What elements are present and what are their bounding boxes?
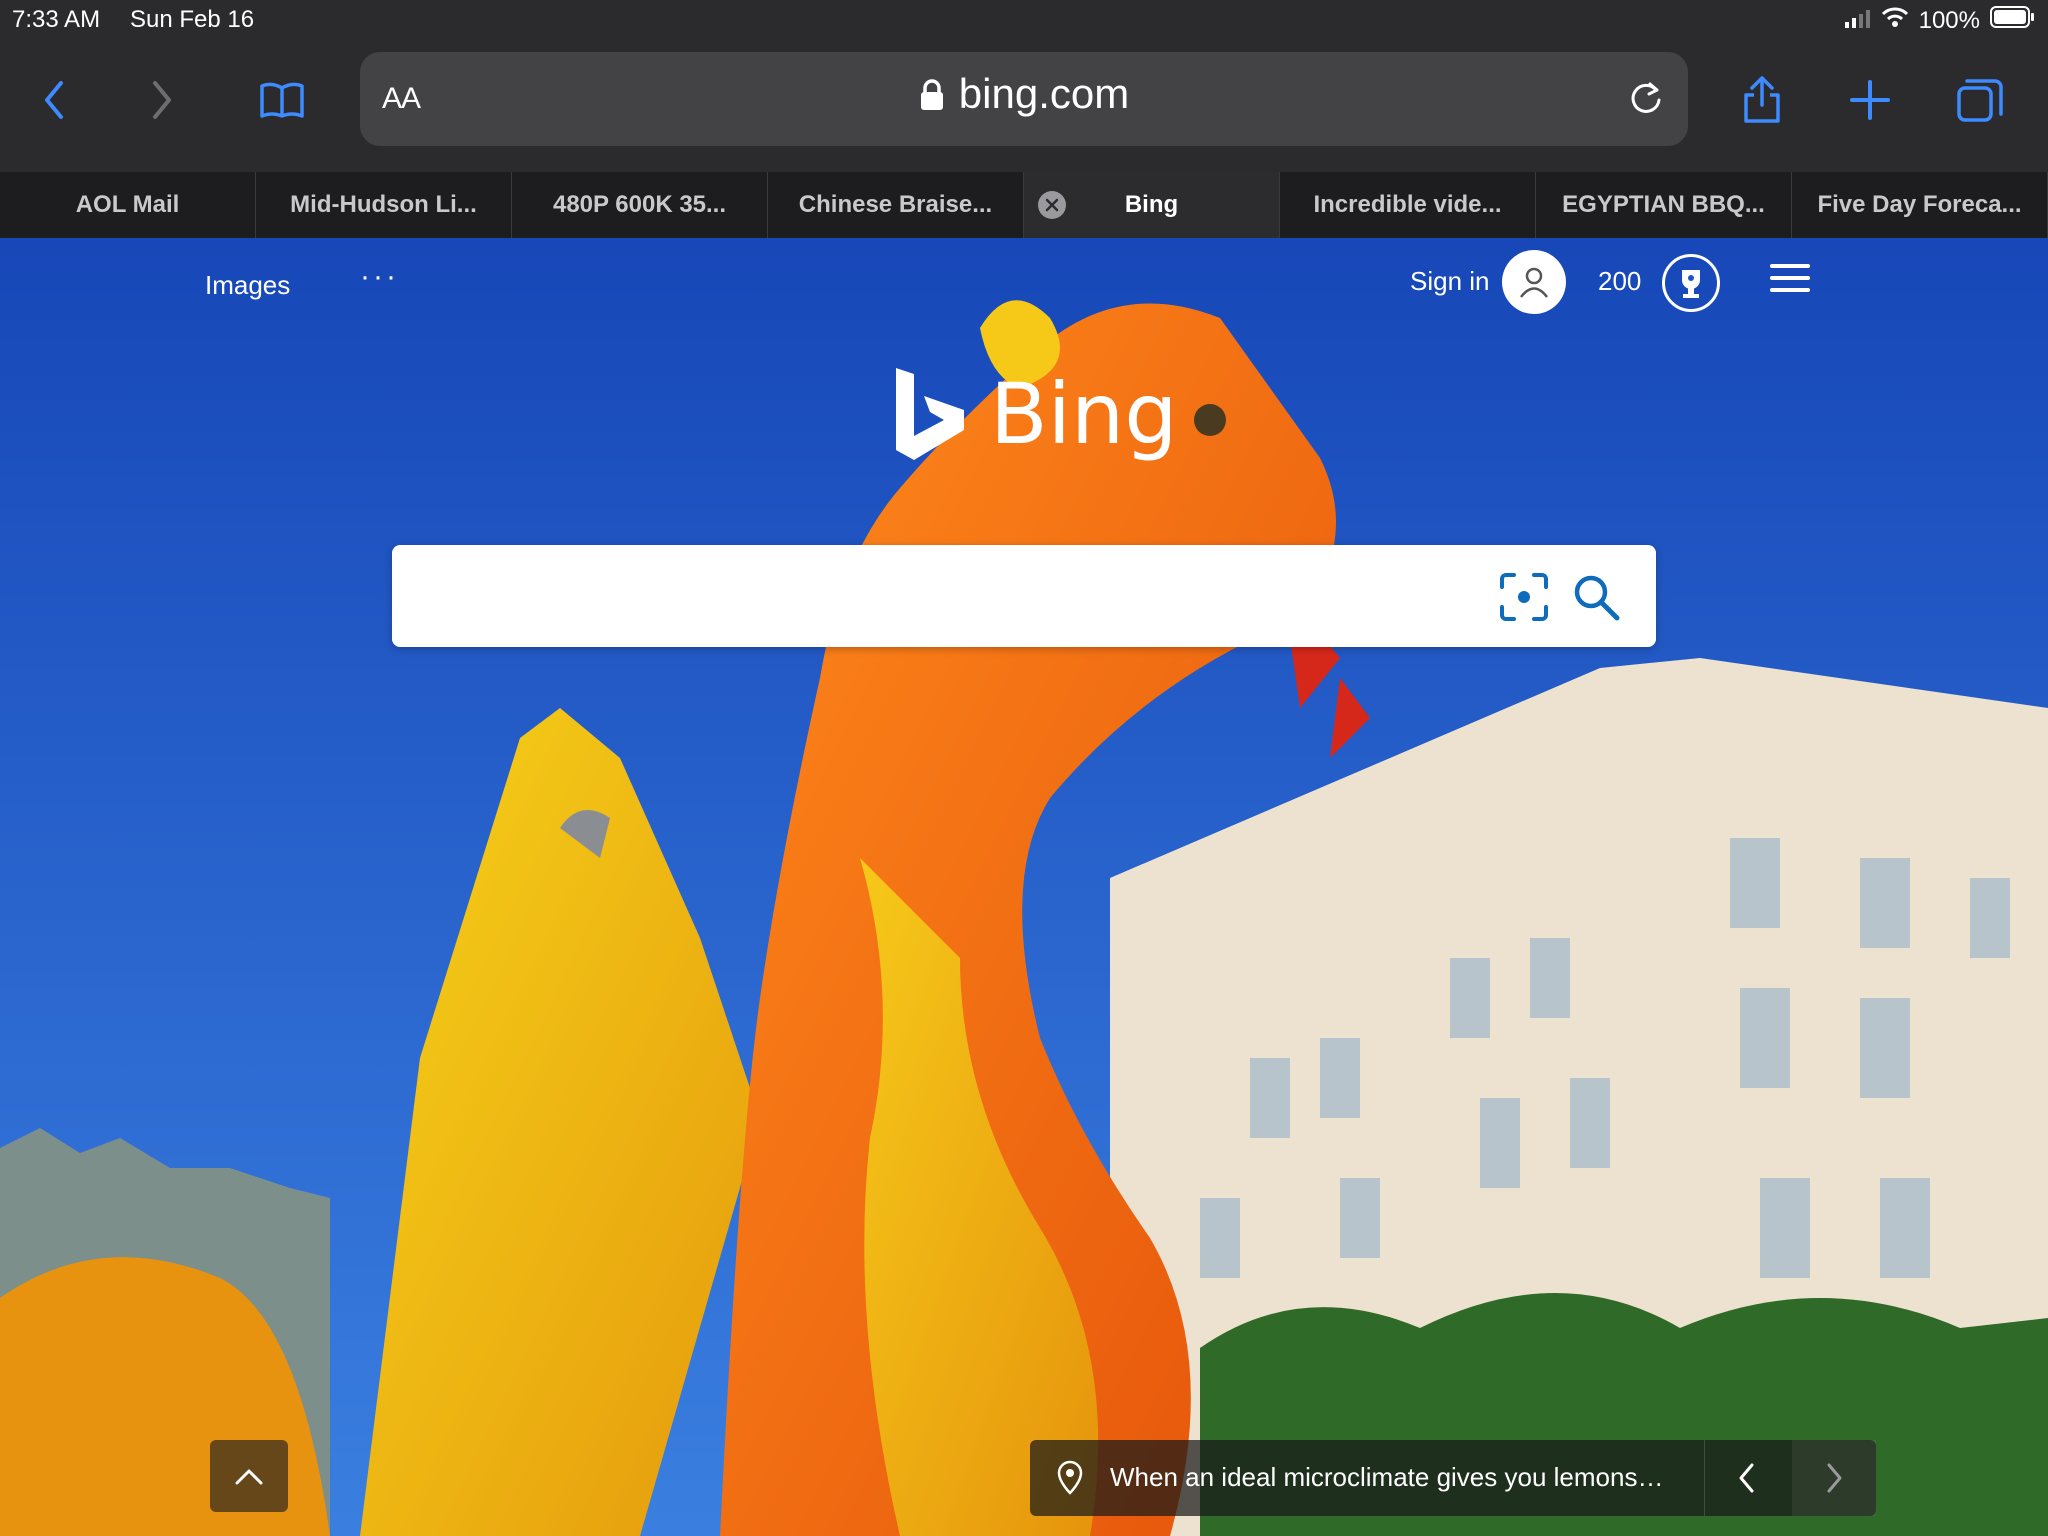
tab-title: Chinese Braise...: [798, 191, 993, 218]
search-icon: [1574, 575, 1620, 621]
visual-search-button[interactable]: [1498, 571, 1550, 628]
tabs-icon: [1957, 79, 2003, 122]
book-icon: [260, 82, 304, 118]
tab-bar: AOL Mail Mid-Hudson Li... 480P 600K 35..…: [0, 172, 2048, 238]
tab-egyptian-bbq[interactable]: EGYPTIAN BBQ...: [1536, 172, 1792, 238]
search-box[interactable]: [392, 545, 1656, 647]
rewards-button[interactable]: [1662, 254, 1720, 312]
tab-aol-mail[interactable]: AOL Mail: [0, 172, 256, 238]
new-tab-button[interactable]: [1840, 70, 1900, 130]
chevron-left-icon: [1739, 1463, 1754, 1493]
tab-480p[interactable]: 480P 600K 35...: [512, 172, 768, 238]
camera-search-icon: [1500, 573, 1548, 621]
forward-button[interactable]: [132, 70, 192, 130]
status-indicators: 100%: [1844, 6, 2036, 35]
tab-bing[interactable]: Bing: [1024, 172, 1280, 238]
tab-overview-button[interactable]: [1950, 70, 2010, 130]
plus-icon: [1850, 80, 1890, 120]
avatar[interactable]: [1502, 250, 1566, 314]
bing-logo-text: Bing: [990, 365, 1178, 463]
tab-incredible-video[interactable]: Incredible vide...: [1280, 172, 1536, 238]
previous-image-button[interactable]: [1704, 1440, 1789, 1516]
trophy-icon: [1682, 270, 1700, 298]
tab-title: 480P 600K 35...: [552, 191, 727, 218]
more-nav-button[interactable]: ···: [360, 260, 399, 294]
close-tab-button[interactable]: [1038, 191, 1066, 219]
reload-icon: [1631, 82, 1661, 113]
images-link[interactable]: Images: [205, 270, 290, 301]
scroll-up-button[interactable]: [210, 1440, 288, 1512]
share-icon: [1744, 76, 1780, 123]
tab-title: Mid-Hudson Li...: [290, 191, 477, 218]
chevron-left-icon: [45, 81, 63, 119]
rewards-points[interactable]: 200: [1598, 266, 1641, 297]
url-text: bing.com: [958, 70, 1130, 117]
wifi-icon: [1881, 6, 1909, 35]
lock-icon: [919, 73, 945, 121]
chevron-right-icon: [153, 81, 171, 119]
user-icon: [1520, 267, 1548, 298]
sign-in-link[interactable]: Sign in: [1410, 266, 1490, 297]
status-bar: 7:33 AM Sun Feb 16 100%: [0, 0, 2048, 40]
tab-five-day-forecast[interactable]: Five Day Foreca...: [1792, 172, 2048, 238]
chevron-right-icon: [1827, 1463, 1842, 1493]
menu-button[interactable]: [1770, 264, 1810, 300]
reload-button[interactable]: [1626, 78, 1666, 123]
tab-title: Incredible vide...: [1313, 191, 1502, 218]
battery-icon: [1990, 6, 2036, 35]
bookmarks-button[interactable]: [252, 70, 312, 130]
back-button[interactable]: [24, 70, 84, 130]
bing-logo[interactable]: Bing: [892, 364, 1178, 464]
battery-percent: 100%: [1918, 6, 1980, 34]
image-caption[interactable]: When an ideal microclimate gives you lem…: [1110, 1462, 1663, 1493]
image-caption-bar[interactable]: When an ideal microclimate gives you lem…: [1030, 1440, 1876, 1516]
status-date: Sun Feb 16: [130, 6, 255, 33]
tab-mid-hudson[interactable]: Mid-Hudson Li...: [256, 172, 512, 238]
status-time: 7:33 AM: [12, 6, 101, 33]
search-button[interactable]: [1570, 571, 1622, 628]
address-bar[interactable]: AA bing.com: [360, 52, 1688, 146]
close-icon: [1045, 198, 1059, 212]
bing-page: Images ··· Sign in 200 Bing When an idea…: [0, 238, 2048, 1536]
next-image-button[interactable]: [1792, 1440, 1876, 1516]
tab-title: EGYPTIAN BBQ...: [1562, 191, 1765, 218]
share-button[interactable]: [1732, 70, 1792, 130]
tab-title: AOL Mail: [75, 191, 180, 218]
location-pin-icon: [1056, 1460, 1084, 1501]
tab-title: Bing: [1124, 191, 1179, 218]
tab-title: Five Day Foreca...: [1817, 191, 2022, 218]
tab-chinese-braise[interactable]: Chinese Braise...: [768, 172, 1024, 238]
bing-logo-icon: [896, 368, 964, 460]
chevron-up-icon: [235, 1469, 263, 1485]
cellular-signal-icon: [1844, 7, 1871, 35]
search-input[interactable]: [414, 569, 1458, 625]
url-display[interactable]: bing.com: [360, 70, 1688, 121]
browser-toolbar: AA bing.com: [0, 40, 2048, 172]
